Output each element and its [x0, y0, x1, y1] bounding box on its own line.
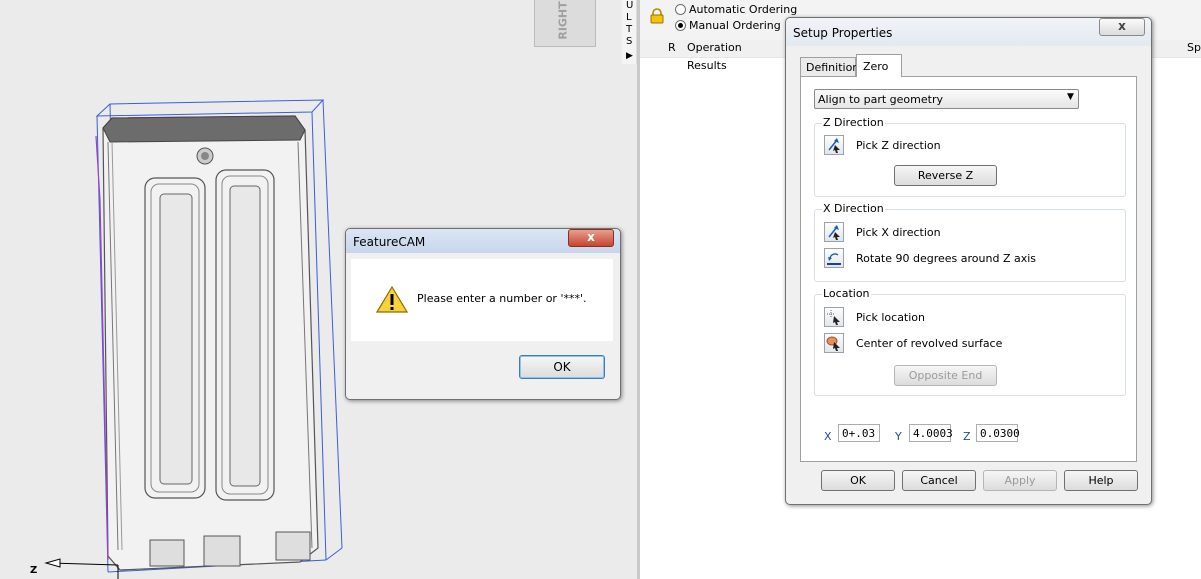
alert-close-button[interactable]: x: [568, 229, 614, 247]
setup-close-button[interactable]: x: [1099, 18, 1145, 36]
chevron-down-icon: ▼: [1067, 92, 1074, 102]
setup-properties-dialog: Setup Properties x Definition Zero Align…: [785, 17, 1152, 505]
x-direction-title: X Direction: [822, 202, 885, 215]
automatic-ordering-radio[interactable]: [675, 4, 686, 15]
view-cube[interactable]: RIGHT: [534, 0, 596, 47]
pick-location-icon[interactable]: [824, 307, 844, 327]
center-revolved-icon[interactable]: [824, 333, 844, 353]
y-coord-field[interactable]: 4.0003: [909, 424, 953, 442]
view-cube-label: RIGHT: [556, 1, 570, 40]
tab-zero[interactable]: Zero: [856, 54, 902, 77]
pick-x-direction-icon[interactable]: [824, 222, 844, 242]
center-revolved-label[interactable]: Center of revolved surface: [856, 337, 1002, 350]
manual-ordering-radio[interactable]: [675, 20, 686, 31]
location-group: Location Pick location Center of revolve…: [814, 287, 1126, 396]
strip-letter: L: [626, 12, 632, 23]
z-direction-title: Z Direction: [822, 116, 885, 129]
results-strip[interactable]: U L T S ▶: [622, 0, 637, 64]
alert-ok-button[interactable]: OK: [519, 355, 605, 379]
setup-apply-button[interactable]: Apply: [983, 470, 1057, 491]
strip-letter: S: [626, 36, 633, 47]
align-dropdown[interactable]: Align to part geometry ▼: [814, 89, 1079, 109]
tab-definition-label: Definition: [806, 61, 860, 74]
pick-z-direction-icon[interactable]: [824, 135, 844, 155]
results-row[interactable]: Results: [687, 59, 727, 72]
expand-arrow-icon[interactable]: ▶: [626, 51, 633, 62]
automatic-ordering-label: Automatic Ordering: [689, 3, 798, 16]
warning-icon: [376, 285, 408, 313]
tab-definition[interactable]: Definition: [800, 57, 860, 76]
z-coord-label: Z: [963, 430, 971, 443]
pick-x-direction-label[interactable]: Pick X direction: [856, 226, 941, 239]
z-coord-field[interactable]: 0.0300: [976, 424, 1020, 442]
setup-help-button[interactable]: Help: [1064, 470, 1138, 491]
strip-letter: T: [626, 24, 633, 35]
alert-message: Please enter a number or '***'.: [417, 292, 587, 305]
zero-tab-panel: Align to part geometry ▼ Z Direction Pic…: [800, 76, 1137, 462]
setup-cancel-button[interactable]: Cancel: [902, 470, 976, 491]
alert-dialog: FeatureCAM x Please enter a number or '*…: [345, 228, 621, 400]
location-title: Location: [822, 287, 871, 300]
column-header-cut[interactable]: Sp: [1187, 41, 1201, 54]
tab-zero-label: Zero: [863, 60, 889, 73]
x-coord-label: X: [824, 430, 832, 443]
manual-ordering-label: Manual Ordering: [689, 19, 781, 32]
column-header-operation[interactable]: Operation: [687, 41, 742, 54]
pick-location-label[interactable]: Pick location: [856, 311, 925, 324]
reverse-z-button[interactable]: Reverse Z: [894, 165, 997, 186]
alert-title: FeatureCAM: [353, 235, 426, 249]
strip-letter: U: [626, 0, 634, 11]
z-direction-group: Z Direction Pick Z direction Reverse Z: [814, 116, 1126, 197]
setup-title: Setup Properties: [793, 26, 893, 40]
align-dropdown-value: Align to part geometry: [818, 93, 943, 106]
rotate-90-label[interactable]: Rotate 90 degrees around Z axis: [856, 252, 1036, 265]
x-direction-group: X Direction Pick X direction Rotate 90 d…: [814, 202, 1126, 282]
opposite-end-button[interactable]: Opposite End: [894, 365, 997, 386]
lock-icon[interactable]: [650, 8, 664, 24]
column-header-r[interactable]: R: [668, 41, 676, 54]
pick-z-direction-label[interactable]: Pick Z direction: [856, 139, 941, 152]
setup-ok-button[interactable]: OK: [821, 470, 895, 491]
rotate-90-icon[interactable]: [824, 248, 844, 268]
x-coord-field[interactable]: 0+.03: [838, 424, 880, 442]
y-coord-label: Y: [895, 430, 902, 443]
axis-label: Z: [30, 565, 38, 576]
